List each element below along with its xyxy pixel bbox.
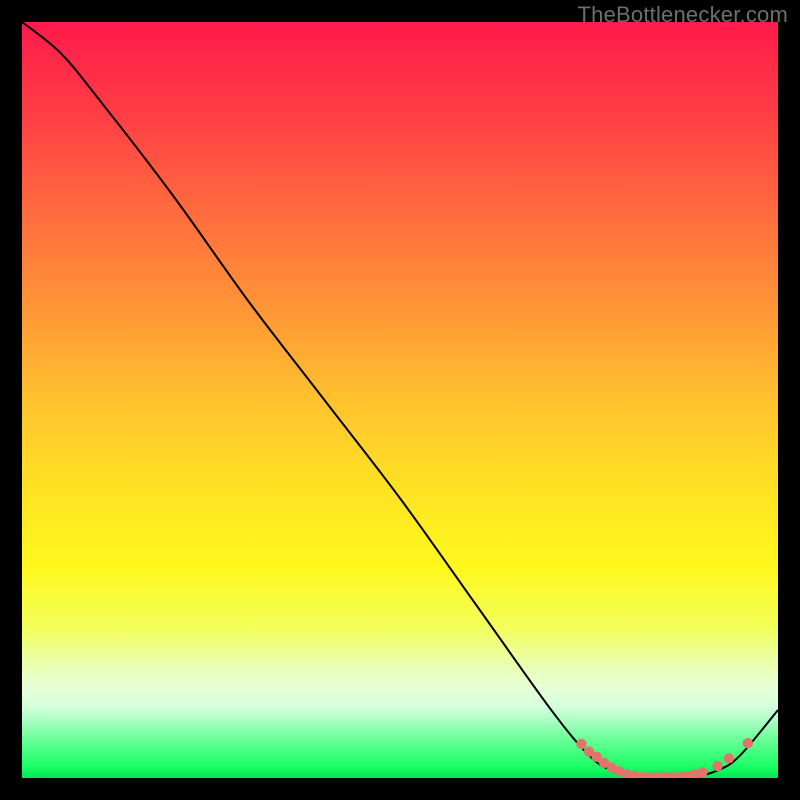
chart-marker: [743, 738, 753, 748]
chart-svg: [22, 22, 778, 778]
chart-marker: [712, 761, 722, 771]
gradient-background: [22, 22, 778, 778]
chart-frame: TheBottlenecker.com: [0, 0, 800, 800]
chart-marker: [724, 753, 734, 763]
chart-plot-area: [22, 22, 778, 778]
watermark-text: TheBottlenecker.com: [578, 2, 788, 28]
chart-marker: [576, 739, 586, 749]
chart-marker: [697, 767, 707, 777]
